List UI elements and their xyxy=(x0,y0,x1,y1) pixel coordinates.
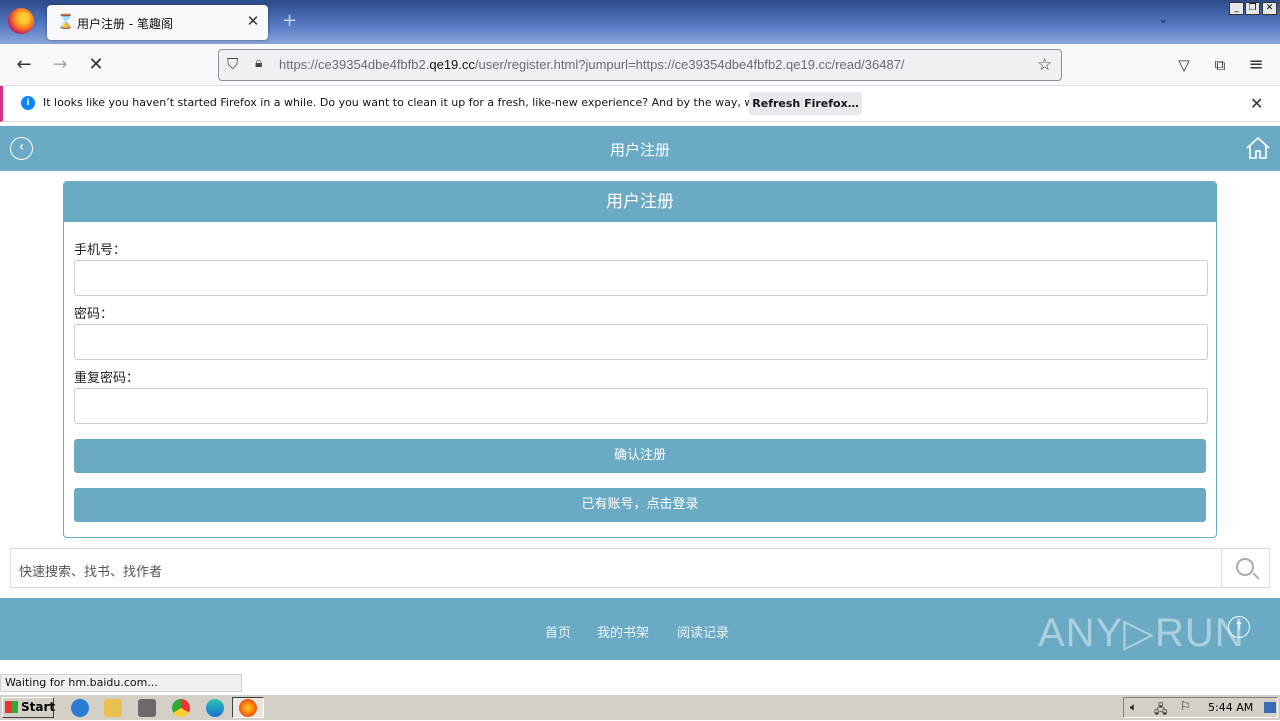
refresh-firefox-button[interactable]: Refresh Firefox… xyxy=(749,92,862,115)
volume-icon[interactable]: 🔈︎ xyxy=(1130,700,1137,715)
repeat-password-label: 重复密码： xyxy=(74,371,140,386)
footer-link-home[interactable]: 首页 xyxy=(545,622,571,641)
search-icon-handle xyxy=(1252,572,1260,580)
ie-icon[interactable] xyxy=(71,699,89,717)
edge-icon[interactable] xyxy=(206,699,224,717)
windows-flag-icon xyxy=(5,701,18,713)
stop-loading-icon[interactable]: ✕ xyxy=(84,53,108,77)
password-label: 密码： xyxy=(74,307,114,322)
page-header: 用户注册 ‹ xyxy=(0,126,1280,171)
show-desktop-icon[interactable] xyxy=(1264,702,1276,713)
minimize-window-icon[interactable]: _ xyxy=(1229,2,1244,15)
back-arrow-icon[interactable]: ← xyxy=(12,53,36,77)
browser-titlebar: ⌛ 用户注册 - 笔趣阁 ✕ + ⌄ _ ❐ ✕ xyxy=(0,0,1280,44)
scroll-top-arrow-icon[interactable]: ↑ xyxy=(1228,616,1250,638)
anyrun-watermark: ANY▷RUN xyxy=(1038,611,1245,655)
repeat-password-input[interactable] xyxy=(74,388,1208,424)
start-label: Start xyxy=(21,700,56,714)
clock[interactable]: 5:44 AM xyxy=(1208,701,1253,714)
register-panel: 用户注册 手机号： 密码： 重复密码： 确认注册 已有账号，点击登录 xyxy=(63,181,1217,538)
restore-window-icon[interactable]: ❐ xyxy=(1245,2,1260,15)
lock-icon[interactable]: 🔒︎ xyxy=(255,55,269,73)
taskbar-firefox-active[interactable] xyxy=(232,697,264,718)
page-title: 用户注册 xyxy=(609,141,670,159)
firefox-logo-icon[interactable] xyxy=(8,8,34,34)
password-input[interactable] xyxy=(74,324,1208,360)
forward-arrow-icon[interactable]: → xyxy=(48,53,72,77)
firefox-taskbar-icon xyxy=(239,699,257,717)
search-button[interactable] xyxy=(1221,549,1270,587)
pocket-icon[interactable]: ▽ xyxy=(1172,53,1196,77)
panel-title: 用户注册 xyxy=(64,182,1216,222)
tab-title: 用户注册 - 笔趣阁 xyxy=(77,17,173,31)
url-text[interactable]: https://ce39354dbe4fbfb2.qe19.cc/user/re… xyxy=(279,57,905,72)
navigation-toolbar: ← → ✕ ⛉ 🔒︎ https://ce39354dbe4fbfb2.qe19… xyxy=(0,44,1280,86)
footer-link-history[interactable]: 阅读记录 xyxy=(677,622,729,641)
submit-register-button[interactable]: 确认注册 xyxy=(74,439,1206,473)
windows-taskbar: Start 🔈︎ 🖧 ⚐ 5:44 AM xyxy=(0,694,1280,720)
address-bar[interactable]: ⛉ 🔒︎ https://ce39354dbe4fbfb2.qe19.cc/us… xyxy=(218,49,1062,81)
system-tray: 🔈︎ 🖧 ⚐ 5:44 AM xyxy=(1123,697,1278,718)
chrome-icon[interactable] xyxy=(172,699,190,717)
explorer-folder-icon[interactable] xyxy=(104,699,122,717)
new-tab-icon[interactable]: + xyxy=(282,11,298,31)
notification-text: It looks like you haven’t started Firefo… xyxy=(43,96,828,109)
page-footer: 首页 我的书架 阅读记录 ANY▷RUN ↑ xyxy=(0,598,1280,660)
search-bar: 快速搜索、找书、找作者 xyxy=(10,548,1270,588)
notification-bar: i It looks like you haven’t started Fire… xyxy=(0,86,1280,122)
login-link-button[interactable]: 已有账号，点击登录 xyxy=(74,488,1206,522)
close-window-icon[interactable]: ✕ xyxy=(1262,2,1277,15)
hourglass-icon: ⌛ xyxy=(57,14,75,30)
tracking-shield-icon[interactable]: ⛉ xyxy=(227,55,243,73)
info-icon: i xyxy=(21,96,35,110)
search-input[interactable]: 快速搜索、找书、找作者 xyxy=(19,561,162,580)
tab-list-chevron-icon[interactable]: ⌄ xyxy=(1158,12,1169,27)
notification-close-icon[interactable]: ✕ xyxy=(1250,94,1263,113)
extensions-puzzle-icon[interactable]: ⧉ xyxy=(1208,53,1232,77)
home-icon[interactable] xyxy=(1245,136,1271,160)
tab-close-icon[interactable]: ✕ xyxy=(245,12,261,30)
media-player-icon[interactable] xyxy=(138,699,156,717)
back-circle-icon[interactable]: ‹ xyxy=(10,137,33,160)
start-button[interactable]: Start xyxy=(2,697,56,718)
status-bar: Waiting for hm.baidu.com... xyxy=(0,674,242,692)
phone-label: 手机号： xyxy=(74,243,127,258)
footer-link-bookshelf[interactable]: 我的书架 xyxy=(597,622,649,641)
bookmark-star-icon[interactable]: ☆ xyxy=(1037,55,1052,75)
browser-tab-active[interactable]: ⌛ 用户注册 - 笔趣阁 ✕ xyxy=(47,5,268,40)
phone-input[interactable] xyxy=(74,260,1208,296)
action-center-flag-icon[interactable]: ⚐ xyxy=(1180,699,1191,713)
network-icon[interactable]: 🖧 xyxy=(1154,700,1167,721)
menu-hamburger-icon[interactable]: ≡ xyxy=(1244,53,1268,77)
